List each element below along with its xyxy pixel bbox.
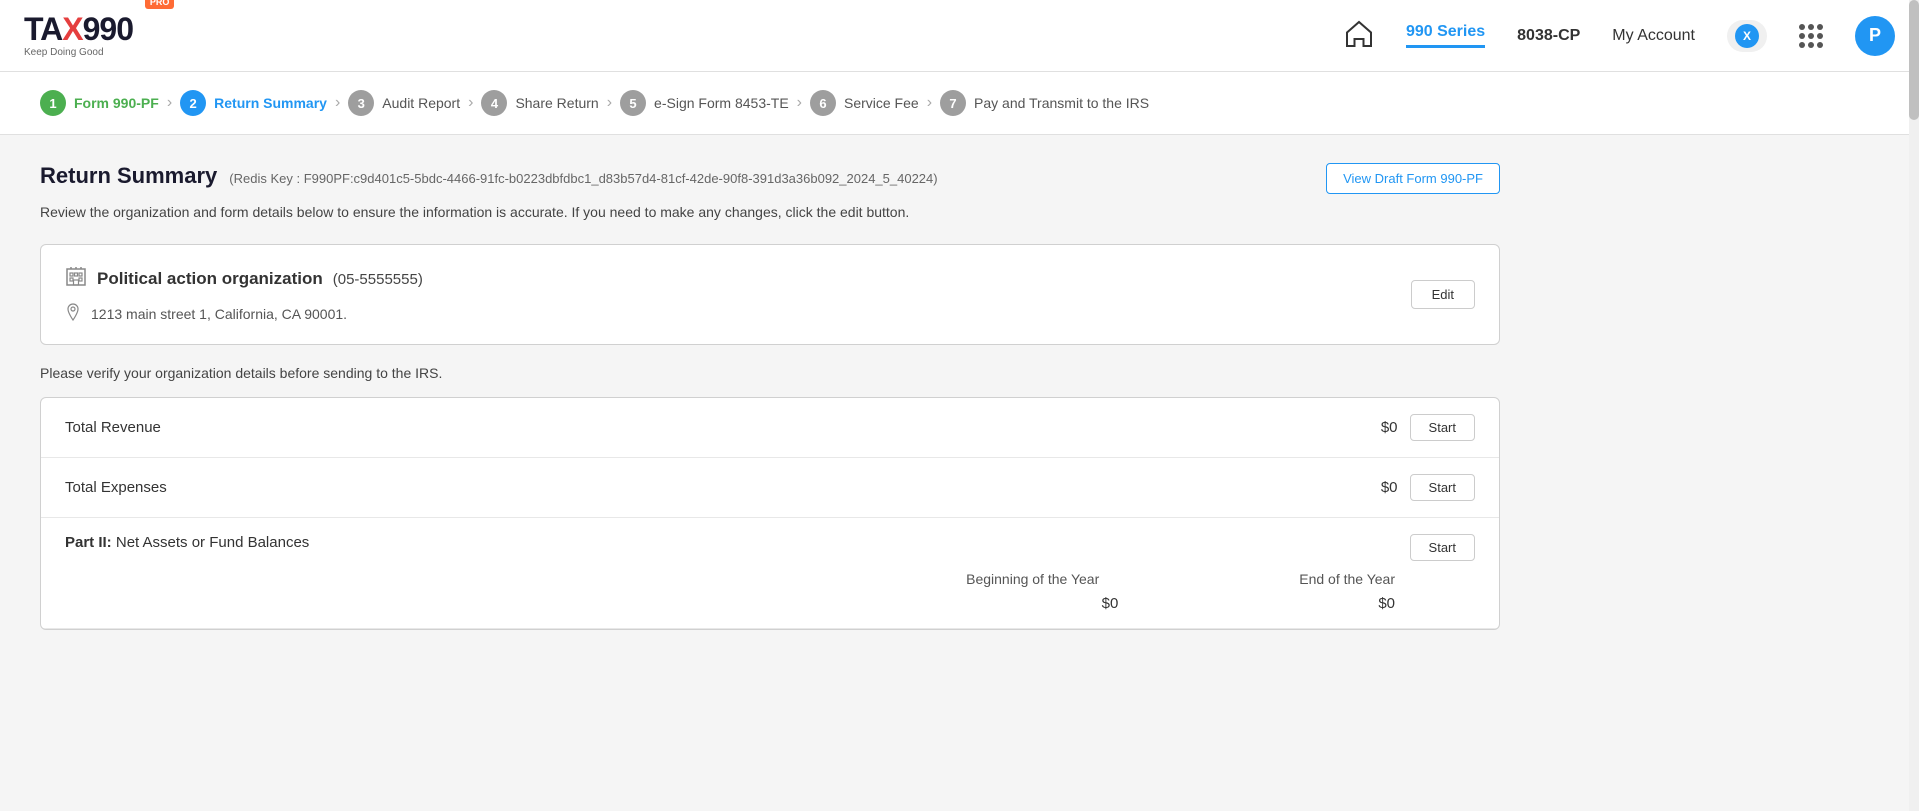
total-revenue-value: $0	[1381, 419, 1398, 436]
user-avatar[interactable]: P	[1855, 16, 1895, 56]
header-nav: 990 Series 8038-CP My Account X P	[1344, 16, 1895, 56]
step-arrow-6: ›	[919, 94, 940, 112]
nav-990-series[interactable]: 990 Series	[1406, 23, 1485, 48]
step-arrow-4: ›	[599, 94, 620, 112]
total-revenue-start-button[interactable]: Start	[1410, 414, 1475, 441]
part2-value2: $0	[1378, 595, 1395, 612]
pro-badge: PRO	[145, 0, 175, 9]
theme-toggle[interactable]: X	[1727, 20, 1767, 52]
title-row: Return Summary (Redis Key : F990PF:c9d40…	[40, 163, 1500, 194]
step-2[interactable]: 2 Return Summary	[180, 90, 327, 116]
location-icon	[65, 303, 81, 324]
step-2-circle: 2	[180, 90, 206, 116]
page-title: Return Summary	[40, 163, 217, 189]
step-4[interactable]: 4 Share Return	[481, 90, 598, 116]
header: TAX990 PRO Keep Doing Good 990 Series 80…	[0, 0, 1919, 72]
nav-my-account[interactable]: My Account	[1612, 27, 1695, 45]
step-5[interactable]: 5 e-Sign Form 8453-TE	[620, 90, 789, 116]
step-2-label: Return Summary	[214, 95, 327, 111]
logo-text: TAX990	[24, 11, 141, 47]
toggle-x-icon: X	[1735, 24, 1759, 48]
step-5-label: e-Sign Form 8453-TE	[654, 95, 789, 111]
total-revenue-row: Total Revenue $0 Start	[41, 398, 1499, 458]
total-expenses-right: $0 Start	[1381, 474, 1475, 501]
org-card: Political action organization (05-555555…	[40, 244, 1500, 345]
org-building-icon	[65, 265, 87, 293]
step-4-label: Share Return	[515, 95, 598, 111]
step-4-circle: 4	[481, 90, 507, 116]
total-revenue-right: $0 Start	[1381, 414, 1475, 441]
total-expenses-value: $0	[1381, 479, 1398, 496]
step-6-label: Service Fee	[844, 95, 919, 111]
step-3-circle: 3	[348, 90, 374, 116]
scrollbar-thumb[interactable]	[1909, 0, 1919, 120]
step-6[interactable]: 6 Service Fee	[810, 90, 919, 116]
edit-org-button[interactable]: Edit	[1411, 280, 1475, 309]
main-content: Return Summary (Redis Key : F990PF:c9d40…	[0, 135, 1540, 658]
step-arrow-1: ›	[159, 94, 180, 112]
org-address-row: 1213 main street 1, California, CA 90001…	[65, 303, 423, 324]
home-icon[interactable]	[1344, 19, 1374, 52]
title-left: Return Summary (Redis Key : F990PF:c9d40…	[40, 163, 938, 189]
part2-label-rest: Net Assets or Fund Balances	[112, 534, 310, 551]
logo-tagline: Keep Doing Good	[24, 47, 104, 58]
total-expenses-label: Total Expenses	[65, 479, 167, 496]
nav-8038cp[interactable]: 8038-CP	[1517, 27, 1580, 45]
part2-start-button[interactable]: Start	[1410, 534, 1475, 561]
step-6-circle: 6	[810, 90, 836, 116]
summary-table: Total Revenue $0 Start Total Expenses $0…	[40, 397, 1500, 630]
steps-bar: 1 Form 990-PF › 2 Return Summary › 3 Aud…	[0, 72, 1919, 135]
step-5-circle: 5	[620, 90, 646, 116]
step-1[interactable]: 1 Form 990-PF	[40, 90, 159, 116]
step-arrow-5: ›	[789, 94, 810, 112]
total-expenses-row: Total Expenses $0 Start	[41, 458, 1499, 518]
verify-text: Please verify your organization details …	[40, 365, 1500, 381]
step-3[interactable]: 3 Audit Report	[348, 90, 460, 116]
total-revenue-label: Total Revenue	[65, 419, 161, 436]
step-3-label: Audit Report	[382, 95, 460, 111]
step-7[interactable]: 7 Pay and Transmit to the IRS	[940, 90, 1149, 116]
part2-col2-header: End of the Year	[1299, 571, 1395, 587]
total-expenses-start-button[interactable]: Start	[1410, 474, 1475, 501]
part2-row: Part II: Net Assets or Fund Balances Sta…	[41, 518, 1499, 629]
part2-label-bold: Part II:	[65, 534, 112, 551]
part2-value1: $0	[1102, 595, 1119, 612]
step-7-label: Pay and Transmit to the IRS	[974, 95, 1149, 111]
part2-label: Part II: Net Assets or Fund Balances	[65, 534, 309, 551]
part2-col1-header: Beginning of the Year	[966, 571, 1099, 587]
scrollbar-track[interactable]	[1909, 0, 1919, 811]
org-ein: (05-5555555)	[333, 271, 423, 288]
logo: TAX990 PRO Keep Doing Good	[24, 13, 174, 58]
org-name-row: Political action organization (05-555555…	[65, 265, 423, 293]
subtitle-text: Review the organization and form details…	[40, 204, 1500, 220]
org-address: 1213 main street 1, California, CA 90001…	[91, 306, 347, 322]
redis-key: (Redis Key : F990PF:c9d401c5-5bdc-4466-9…	[229, 171, 937, 186]
step-arrow-3: ›	[460, 94, 481, 112]
step-arrow-2: ›	[327, 94, 348, 112]
step-7-circle: 7	[940, 90, 966, 116]
step-1-circle: 1	[40, 90, 66, 116]
step-1-label: Form 990-PF	[74, 95, 159, 111]
org-name: Political action organization	[97, 269, 323, 289]
view-draft-button[interactable]: View Draft Form 990-PF	[1326, 163, 1500, 194]
org-info: Political action organization (05-555555…	[65, 265, 423, 324]
apps-grid-icon[interactable]	[1799, 24, 1823, 48]
